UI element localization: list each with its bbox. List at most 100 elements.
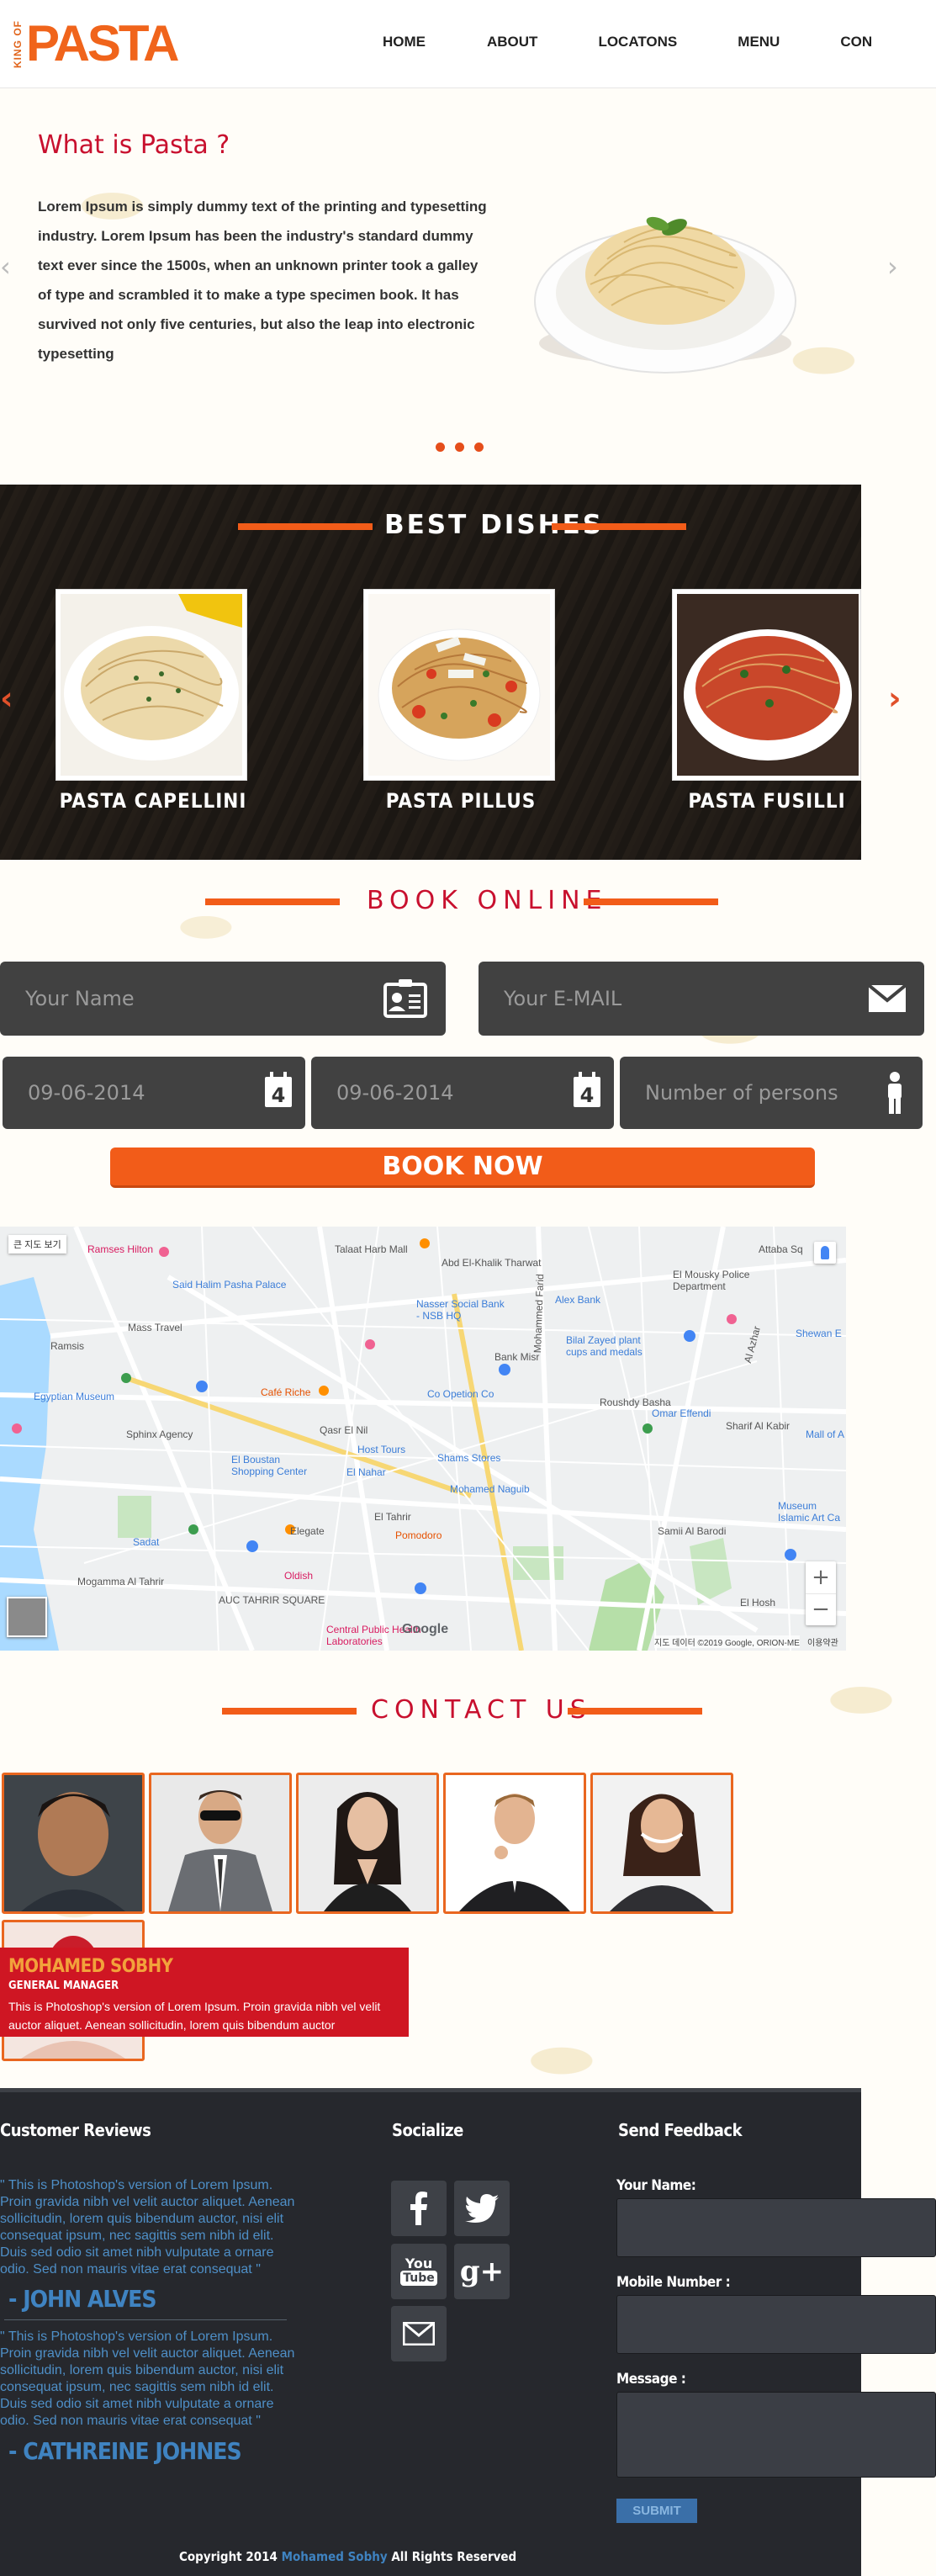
location-map[interactable]: 큰 지도 보기 Ramses Hilton Talaat Harb Mall A…: [0, 1227, 846, 1651]
person-icon: [888, 1072, 902, 1114]
feedback-mobile-input[interactable]: [616, 2295, 936, 2354]
map-place-label: Co Opetion Co: [427, 1388, 494, 1400]
map-place-label: Bilal Zayed plant cups and medals: [566, 1334, 643, 1358]
pegman-icon[interactable]: [814, 1242, 836, 1264]
google-plus-icon[interactable]: g+: [454, 2244, 510, 2299]
copyright-author-link[interactable]: Mohamed Sobhy: [282, 2549, 388, 2564]
copyright-pre: Copyright 2014: [179, 2549, 278, 2564]
team-member-photo[interactable]: [149, 1773, 292, 1914]
map-place-label: Mogamma Al Tahrir: [77, 1576, 165, 1587]
calendar-day-text: 4: [580, 1084, 595, 1107]
dish-card-capellini[interactable]: [56, 589, 247, 781]
team-member-photo[interactable]: [296, 1773, 439, 1914]
reviews-title: Customer Reviews: [0, 2120, 151, 2140]
map-place-label: Mass Travel: [128, 1322, 182, 1333]
logo-big-text: PASTA: [26, 15, 179, 72]
persons-field[interactable]: Number of persons: [620, 1057, 923, 1129]
map-place-label: Elegate: [290, 1525, 325, 1537]
dish-image: [61, 594, 242, 776]
twitter-icon[interactable]: [454, 2181, 510, 2236]
nav-menu[interactable]: MENU: [738, 34, 780, 50]
map-place-label: Omar Effendi: [652, 1407, 711, 1419]
featured-member-card: MOHAMED SOBHY GENERAL MANAGER This is Ph…: [0, 1948, 409, 2037]
dishes-next-arrow-icon[interactable]: ›: [888, 680, 902, 717]
dishes-prev-arrow-icon[interactable]: ‹: [0, 680, 13, 717]
zoom-in-button[interactable]: +: [806, 1561, 836, 1594]
map-place-label: Sharif Al Kabir: [726, 1420, 791, 1432]
facebook-icon[interactable]: [391, 2181, 447, 2236]
map-place-label: Oldish: [284, 1570, 314, 1582]
name-field[interactable]: Your Name: [0, 962, 446, 1036]
dish-image: [677, 594, 859, 776]
map-terms-link[interactable]: 이용약관: [807, 1635, 838, 1648]
date-from-field[interactable]: 09-06-2014 4: [3, 1057, 305, 1129]
map-place-label: Shams Stores: [437, 1452, 501, 1464]
review-divider: [4, 2319, 287, 2320]
logo[interactable]: KING OF PASTA: [12, 15, 179, 72]
review-text: " This is Photoshop's version of Lorem I…: [0, 2330, 295, 2428]
map-place-label: Attaba Sq: [759, 1243, 803, 1255]
youtube-tube-text: Tube: [400, 2271, 437, 2286]
book-now-button[interactable]: BOOK NOW: [110, 1148, 815, 1188]
dish-card-fusilli[interactable]: [672, 589, 861, 781]
dish-label: PASTA FUSILLI: [688, 789, 846, 813]
email-field[interactable]: Your E-MAIL: [479, 962, 924, 1036]
nav-contact[interactable]: CON: [840, 34, 872, 50]
slider-dot[interactable]: [436, 443, 445, 452]
map-place-label: Said Halim Pasha Palace: [172, 1279, 287, 1291]
feedback-title: Send Feedback: [618, 2120, 743, 2140]
date-to-field[interactable]: 09-06-2014 4: [311, 1057, 614, 1129]
id-card-icon: [383, 979, 427, 1018]
nav-about[interactable]: ABOUT: [487, 34, 537, 50]
title-rule-right: [568, 1708, 702, 1715]
nav-locations[interactable]: LOCATONS: [598, 34, 677, 50]
title-rule-right: [584, 898, 718, 905]
satellite-toggle[interactable]: [7, 1597, 47, 1637]
title-rule-left: [238, 523, 373, 530]
title-rule-right: [552, 523, 686, 530]
map-place-label: Pomodoro: [395, 1529, 442, 1541]
map-place-label: Shewan E: [796, 1328, 842, 1339]
contact-title: CONTACT US: [371, 1695, 592, 1725]
hero-next-arrow-icon[interactable]: ›: [887, 251, 898, 283]
feedback-name-input[interactable]: [616, 2198, 936, 2257]
member-name: MOHAMED SOBHY: [8, 1956, 173, 1977]
map-place-label: Samii Al Barodi: [658, 1525, 727, 1537]
review-author: - JOHN ALVES: [8, 2285, 156, 2313]
nav-home[interactable]: HOME: [383, 34, 426, 50]
map-attribution: 지도 데이터 ©2019 Google, ORION-ME: [654, 1635, 800, 1648]
hero-text: Lorem Ipsum is simply dummy text of the …: [38, 199, 487, 362]
map-place-label: Alex Bank: [555, 1294, 601, 1306]
pasta-plate-image: [531, 175, 799, 377]
date-from-value: 09-06-2014: [28, 1081, 145, 1105]
zoom-out-button[interactable]: −: [806, 1594, 836, 1625]
message-label: Message :: [616, 2371, 686, 2388]
youtube-icon[interactable]: You Tube: [391, 2244, 447, 2299]
team-member-photo[interactable]: [590, 1773, 733, 1914]
copyright: Copyright 2014 Mohamed Sobhy All Rights …: [179, 2549, 516, 2564]
slider-dot[interactable]: [455, 443, 464, 452]
map-place-label: El Tahrir: [374, 1511, 411, 1523]
hero-prev-arrow-icon[interactable]: ‹: [0, 251, 11, 283]
email-icon[interactable]: [391, 2306, 447, 2361]
map-place-label: Sphinx Agency: [126, 1428, 193, 1440]
footer-top-border: [0, 2088, 861, 2092]
dish-image: [368, 594, 550, 776]
youtube-you-text: You: [405, 2255, 433, 2271]
name-label: Your Name:: [616, 2177, 696, 2194]
date-to-value: 09-06-2014: [336, 1081, 454, 1105]
street-view-link[interactable]: 큰 지도 보기: [8, 1235, 66, 1254]
zoom-controls: + −: [806, 1561, 836, 1625]
team-member-photo[interactable]: [2, 1773, 145, 1914]
team-member-photo[interactable]: [443, 1773, 586, 1914]
map-place-label: Roushdy Basha: [600, 1397, 671, 1408]
map-place-label: Museum Islamic Art Ca: [778, 1500, 841, 1524]
hero-slider-dots: [436, 443, 484, 452]
dish-card-pillus[interactable]: [363, 589, 555, 781]
map-place-label: AUC TAHRIR SQUARE: [219, 1594, 325, 1606]
dish-label: PASTA PILLUS: [385, 789, 537, 813]
submit-button[interactable]: SUBMIT: [616, 2499, 697, 2523]
slider-dot[interactable]: [474, 443, 484, 452]
review-text: " This is Photoshop's version of Lorem I…: [0, 2178, 295, 2277]
feedback-message-textarea[interactable]: [616, 2392, 936, 2478]
